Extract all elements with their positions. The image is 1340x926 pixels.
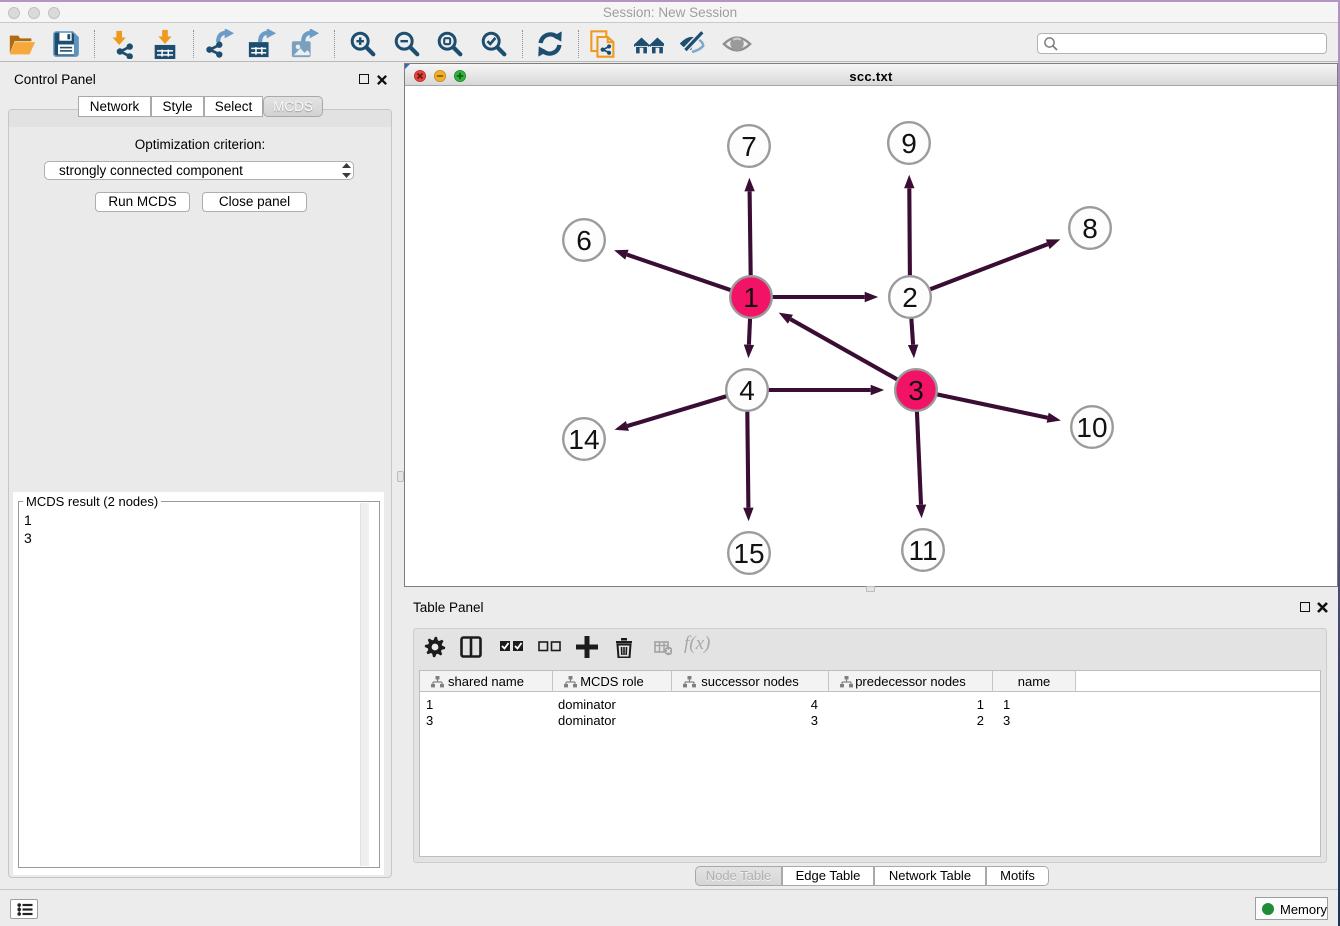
svg-text:15: 15 [733, 538, 764, 569]
svg-text:2: 2 [902, 282, 918, 313]
svg-text:3: 3 [908, 375, 924, 406]
svg-text:10: 10 [1076, 412, 1107, 443]
svg-text:4: 4 [739, 375, 755, 406]
svg-text:1: 1 [743, 282, 759, 313]
svg-text:9: 9 [901, 128, 917, 159]
svg-text:7: 7 [741, 131, 757, 162]
svg-text:11: 11 [908, 535, 937, 566]
svg-text:8: 8 [1082, 213, 1098, 244]
svg-text:6: 6 [576, 225, 592, 256]
svg-text:14: 14 [568, 424, 599, 455]
